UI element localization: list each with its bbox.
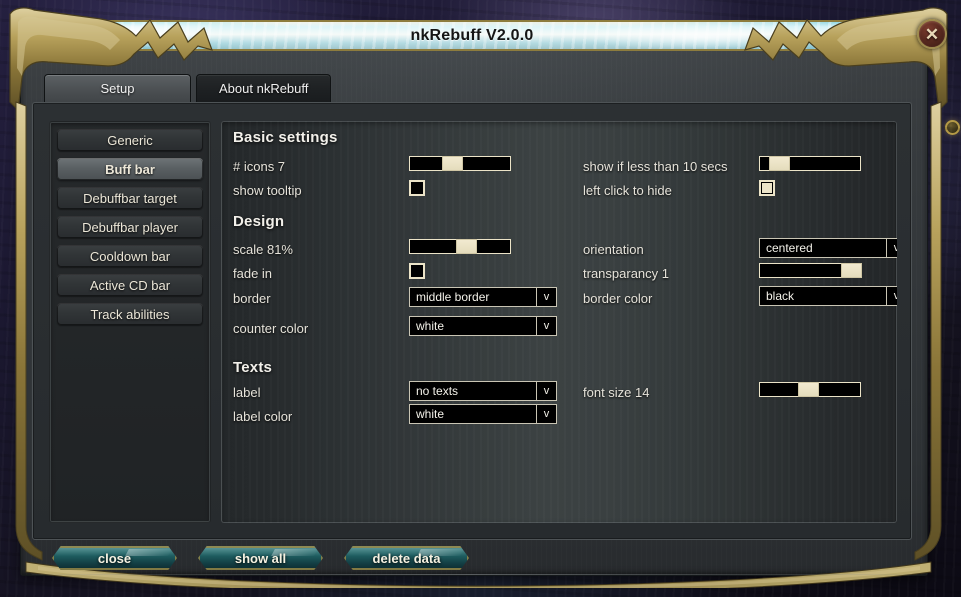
chevron-down-icon[interactable]: v	[537, 381, 557, 401]
label-transparancy: transparancy 1	[583, 266, 669, 281]
slider-transparancy[interactable]	[759, 263, 862, 278]
section-title-design: Design	[233, 213, 285, 230]
dropdown-border-value: middle border	[409, 287, 537, 307]
sidebar-item-generic[interactable]: Generic	[57, 129, 203, 151]
slider-num-icons[interactable]	[409, 156, 511, 171]
sidebar-item-debuffbar-player[interactable]: Debuffbar player	[57, 216, 203, 238]
label-font-size: font size 14	[583, 385, 650, 400]
footer-divider	[32, 574, 912, 575]
close-window-button[interactable]: ✕	[917, 19, 947, 49]
slider-handle-show-if-less-than[interactable]	[769, 156, 790, 171]
chevron-down-icon[interactable]: v	[537, 316, 557, 336]
dropdown-border-color[interactable]: black v	[759, 286, 897, 306]
sidebar-item-label: Generic	[107, 132, 153, 148]
section-title-texts: Texts	[233, 359, 273, 376]
dropdown-counter-color-value: white	[409, 316, 537, 336]
checkbox-left-click-to-hide[interactable]	[759, 180, 775, 196]
sidebar-item-label: Buff bar	[105, 161, 155, 177]
sidebar-item-debuffbar-target[interactable]: Debuffbar target	[57, 187, 203, 209]
dropdown-counter-color[interactable]: white v	[409, 316, 557, 336]
label-border: border	[233, 291, 271, 306]
dropdown-border-color-value: black	[759, 286, 887, 306]
sidebar-item-label: Cooldown bar	[89, 248, 171, 264]
sidebar-item-label: Track abilities	[90, 306, 170, 322]
close-button-label: close	[97, 550, 132, 566]
dropdown-label-value: no texts	[409, 381, 537, 401]
close-x-icon: ✕	[924, 24, 940, 44]
checkbox-fade-in[interactable]	[409, 263, 425, 279]
label-num-icons: # icons 7	[233, 159, 286, 174]
label-scale: scale 81%	[233, 242, 293, 257]
label-border-color: border color	[583, 291, 653, 306]
show-all-button-label: show all	[234, 550, 287, 566]
chevron-down-icon[interactable]: v	[887, 238, 897, 258]
checkbox-show-tooltip[interactable]	[409, 180, 425, 196]
footer-bar: close show all delete data	[32, 546, 912, 576]
chevron-down-icon[interactable]: v	[537, 287, 557, 307]
addon-window: nkRebuff V2.0.0 ✕ Setup About nkRebuff G…	[8, 6, 949, 588]
slider-handle-font-size[interactable]	[798, 382, 819, 397]
slider-handle-num-icons[interactable]	[442, 156, 463, 171]
dropdown-border[interactable]: middle border v	[409, 287, 557, 307]
dropdown-label-color[interactable]: white v	[409, 404, 557, 424]
label-counter-color: counter color	[233, 321, 309, 336]
label-text-label: label	[233, 385, 261, 400]
delete-data-button[interactable]: delete data	[344, 546, 469, 570]
slider-show-if-less-than[interactable]	[759, 156, 861, 171]
label-show-tooltip: show tooltip	[233, 183, 302, 198]
window-titlebar: nkRebuff V2.0.0	[32, 20, 912, 51]
dropdown-orientation-value: centered	[759, 238, 887, 258]
window-title: nkRebuff V2.0.0	[410, 26, 534, 44]
close-button[interactable]: close	[52, 546, 177, 570]
sidebar-item-label: Active CD bar	[89, 277, 171, 293]
tab-about[interactable]: About nkRebuff	[196, 74, 332, 102]
settings-panel: Basic settings # icons 7 show tooltip sh…	[221, 121, 897, 523]
sidebar-item-label: Debuffbar target	[83, 190, 177, 206]
tab-about-label: About nkRebuff	[219, 81, 309, 96]
sidebar-item-buff-bar[interactable]: Buff bar	[57, 158, 203, 180]
content-area: Generic Buff bar Debuffbar target Debuff…	[32, 102, 912, 540]
tab-setup[interactable]: Setup	[44, 74, 191, 102]
chevron-down-icon[interactable]: v	[537, 404, 557, 424]
slider-scale[interactable]	[409, 239, 511, 254]
label-orientation: orientation	[583, 242, 644, 257]
slider-handle-transparancy[interactable]	[841, 263, 862, 278]
slider-font-size[interactable]	[759, 382, 861, 397]
delete-data-button-label: delete data	[372, 550, 441, 566]
sidebar-item-cooldown-bar[interactable]: Cooldown bar	[57, 245, 203, 267]
dropdown-label[interactable]: no texts v	[409, 381, 557, 401]
sidebar-item-track-abilities[interactable]: Track abilities	[57, 303, 203, 325]
dropdown-label-color-value: white	[409, 404, 537, 424]
label-show-if-less-than: show if less than 10 secs	[583, 159, 728, 174]
dropdown-orientation[interactable]: centered v	[759, 238, 897, 258]
chevron-down-icon[interactable]: v	[887, 286, 897, 306]
slider-handle-scale[interactable]	[456, 239, 477, 254]
section-title-basic-settings: Basic settings	[233, 129, 338, 146]
tab-setup-label: Setup	[100, 81, 135, 96]
label-left-click-to-hide: left click to hide	[583, 183, 672, 198]
label-label-color: label color	[233, 409, 293, 424]
show-all-button[interactable]: show all	[198, 546, 323, 570]
sidebar-item-label: Debuffbar player	[82, 219, 178, 235]
sidebar-nav: Generic Buff bar Debuffbar target Debuff…	[49, 121, 211, 523]
label-fade-in: fade in	[233, 266, 273, 281]
tab-bar: Setup About nkRebuff	[44, 74, 332, 102]
sidebar-item-active-cd-bar[interactable]: Active CD bar	[57, 274, 203, 296]
